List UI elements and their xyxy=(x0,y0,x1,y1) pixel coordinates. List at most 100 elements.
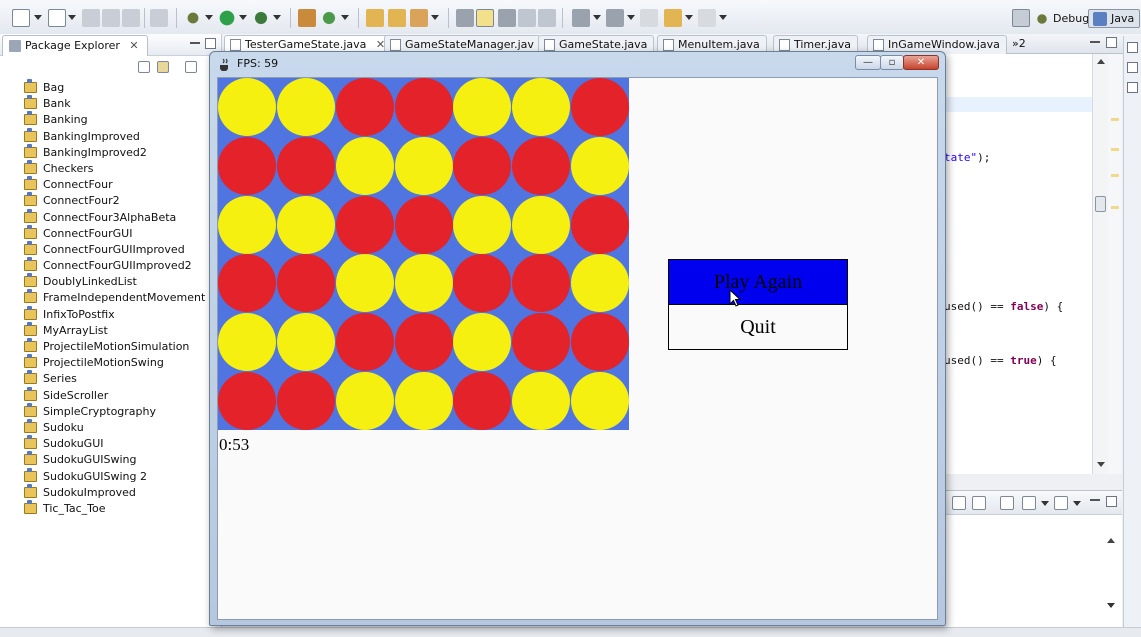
save-all-icon[interactable] xyxy=(102,9,120,27)
open-task-icon[interactable] xyxy=(388,9,406,27)
maximize-icon[interactable] xyxy=(1106,37,1117,48)
project-item[interactable]: Banking xyxy=(0,111,221,128)
run-icon[interactable] xyxy=(218,9,236,27)
new-console-icon[interactable] xyxy=(1022,496,1036,510)
console-view-menu-icon[interactable] xyxy=(1054,496,1068,510)
show-whitespace-icon[interactable] xyxy=(518,9,536,27)
project-item[interactable]: ConnectFour3AlphaBeta xyxy=(0,208,221,226)
overview-marker[interactable] xyxy=(1111,148,1119,151)
project-item[interactable]: BankingImproved xyxy=(0,127,221,145)
overview-ruler[interactable] xyxy=(1108,54,1122,474)
project-item[interactable]: InfixToPostfix xyxy=(0,305,221,323)
next-annotation-icon[interactable] xyxy=(572,9,590,27)
project-item[interactable]: Checkers xyxy=(0,159,221,177)
project-item[interactable]: SudokuGUISwing xyxy=(0,451,221,468)
window-close-button[interactable]: ✕ xyxy=(903,55,939,70)
forward-dropdown-icon[interactable] xyxy=(719,15,727,20)
debug-icon[interactable] xyxy=(184,9,202,27)
game-window-titlebar[interactable]: FPS: 59 — ▫ ✕ xyxy=(210,52,945,76)
scroll-up-icon[interactable] xyxy=(1097,59,1105,64)
search-dropdown-icon[interactable] xyxy=(431,15,439,20)
view-menu-icon[interactable] xyxy=(185,61,197,73)
search-icon[interactable] xyxy=(410,9,428,27)
toggle-annotation-icon[interactable] xyxy=(456,9,474,27)
close-icon[interactable]: ✕ xyxy=(129,39,138,52)
print-icon[interactable] xyxy=(122,9,140,27)
window-minimize-button[interactable]: — xyxy=(855,55,881,70)
previous-annotation-icon[interactable] xyxy=(606,9,624,27)
window-restore-button[interactable]: ▫ xyxy=(880,55,904,70)
scroll-down-icon[interactable] xyxy=(1097,462,1105,467)
project-item[interactable]: DoublyLinkedList xyxy=(0,273,221,290)
editor-tab-overflow[interactable]: »2 xyxy=(1012,37,1026,50)
run-dropdown-icon[interactable] xyxy=(239,15,247,20)
editor-vertical-scrollbar[interactable] xyxy=(1092,54,1108,474)
project-item[interactable]: ConnectFourGUIImproved2 xyxy=(0,257,221,274)
external-tools-dropdown-icon[interactable] xyxy=(273,15,281,20)
project-item[interactable]: Sudoku xyxy=(0,418,221,436)
new-java-dropdown-icon[interactable] xyxy=(68,15,76,20)
project-item[interactable]: BankingImproved2 xyxy=(0,143,221,161)
open-perspective-icon[interactable] xyxy=(1012,9,1030,27)
open-console-icon[interactable] xyxy=(1000,496,1014,510)
maximize-icon[interactable] xyxy=(205,38,216,49)
game-canvas[interactable]: 0:53 Play Again Quit xyxy=(217,77,938,620)
tab-package-explorer[interactable]: Package Explorer ✕ xyxy=(2,35,148,56)
scrollbar-thumb[interactable] xyxy=(1095,196,1106,212)
back-icon[interactable] xyxy=(664,9,682,27)
perspective-debug[interactable]: Debug xyxy=(1030,9,1095,28)
previous-annotation-dropdown-icon[interactable] xyxy=(627,15,635,20)
maximize-icon[interactable] xyxy=(1106,496,1117,507)
console-dropdown-icon[interactable] xyxy=(1041,501,1049,506)
project-item[interactable]: ConnectFour xyxy=(0,176,221,193)
toggle-mark-occurrences-icon[interactable] xyxy=(476,9,494,27)
minimize-icon[interactable] xyxy=(1090,499,1100,501)
last-edit-location-icon[interactable] xyxy=(640,9,658,27)
project-item[interactable]: Tic_Tac_Toe xyxy=(0,499,221,517)
minimize-icon[interactable] xyxy=(190,42,200,44)
project-item[interactable]: Bag xyxy=(0,79,221,96)
new-package-icon[interactable] xyxy=(298,9,316,27)
project-item[interactable]: SudokuGUISwing 2 xyxy=(0,467,221,485)
back-dropdown-icon[interactable] xyxy=(685,15,693,20)
minimize-icon[interactable] xyxy=(1090,41,1100,43)
project-item[interactable]: ConnectFourGUI xyxy=(0,224,221,242)
project-item[interactable]: ConnectFour2 xyxy=(0,192,221,209)
next-annotation-dropdown-icon[interactable] xyxy=(593,15,601,20)
overview-marker[interactable] xyxy=(1111,118,1119,121)
scroll-up-icon[interactable] xyxy=(1107,538,1115,543)
new-class-dropdown-icon[interactable] xyxy=(341,15,349,20)
outline-icon[interactable] xyxy=(1127,62,1138,73)
project-item[interactable]: SudokuGUI xyxy=(0,435,221,452)
open-type-icon[interactable] xyxy=(366,9,384,27)
overview-marker[interactable] xyxy=(1111,206,1119,209)
project-item[interactable]: SudokuImproved xyxy=(0,483,221,501)
forward-icon[interactable] xyxy=(698,9,716,27)
project-item[interactable]: ProjectileMotionSimulation xyxy=(0,338,221,355)
play-again-button[interactable]: Play Again xyxy=(668,259,848,305)
pin-console-icon[interactable] xyxy=(952,496,966,510)
collapse-all-icon[interactable] xyxy=(138,61,150,73)
new-icon[interactable] xyxy=(12,9,30,27)
console-view-dropdown-icon[interactable] xyxy=(1073,501,1081,506)
project-item[interactable]: SimpleCryptography xyxy=(0,402,221,420)
console-vertical-scrollbar[interactable] xyxy=(1104,533,1118,613)
project-item[interactable]: Series xyxy=(0,370,221,387)
external-tools-icon[interactable] xyxy=(252,9,270,27)
save-icon[interactable] xyxy=(82,9,100,27)
new-java-icon[interactable] xyxy=(48,9,66,27)
quit-button[interactable]: Quit xyxy=(668,304,848,350)
project-item[interactable]: SideScroller xyxy=(0,386,221,404)
debug-dropdown-icon[interactable] xyxy=(205,15,213,20)
new-dropdown-icon[interactable] xyxy=(34,15,42,20)
perspective-java[interactable]: Java xyxy=(1088,9,1141,28)
display-console-icon[interactable] xyxy=(972,496,986,510)
build-icon[interactable] xyxy=(150,9,168,27)
project-item[interactable]: ConnectFourGUIImproved xyxy=(0,240,221,258)
block-selection-icon[interactable] xyxy=(538,9,556,27)
connect-four-board[interactable] xyxy=(218,78,629,430)
toggle-breadcrumb-icon[interactable] xyxy=(498,9,516,27)
project-item[interactable]: ProjectileMotionSwing xyxy=(0,354,221,371)
new-class-icon[interactable] xyxy=(320,9,338,27)
project-item[interactable]: FrameIndependentMovement xyxy=(0,289,221,306)
